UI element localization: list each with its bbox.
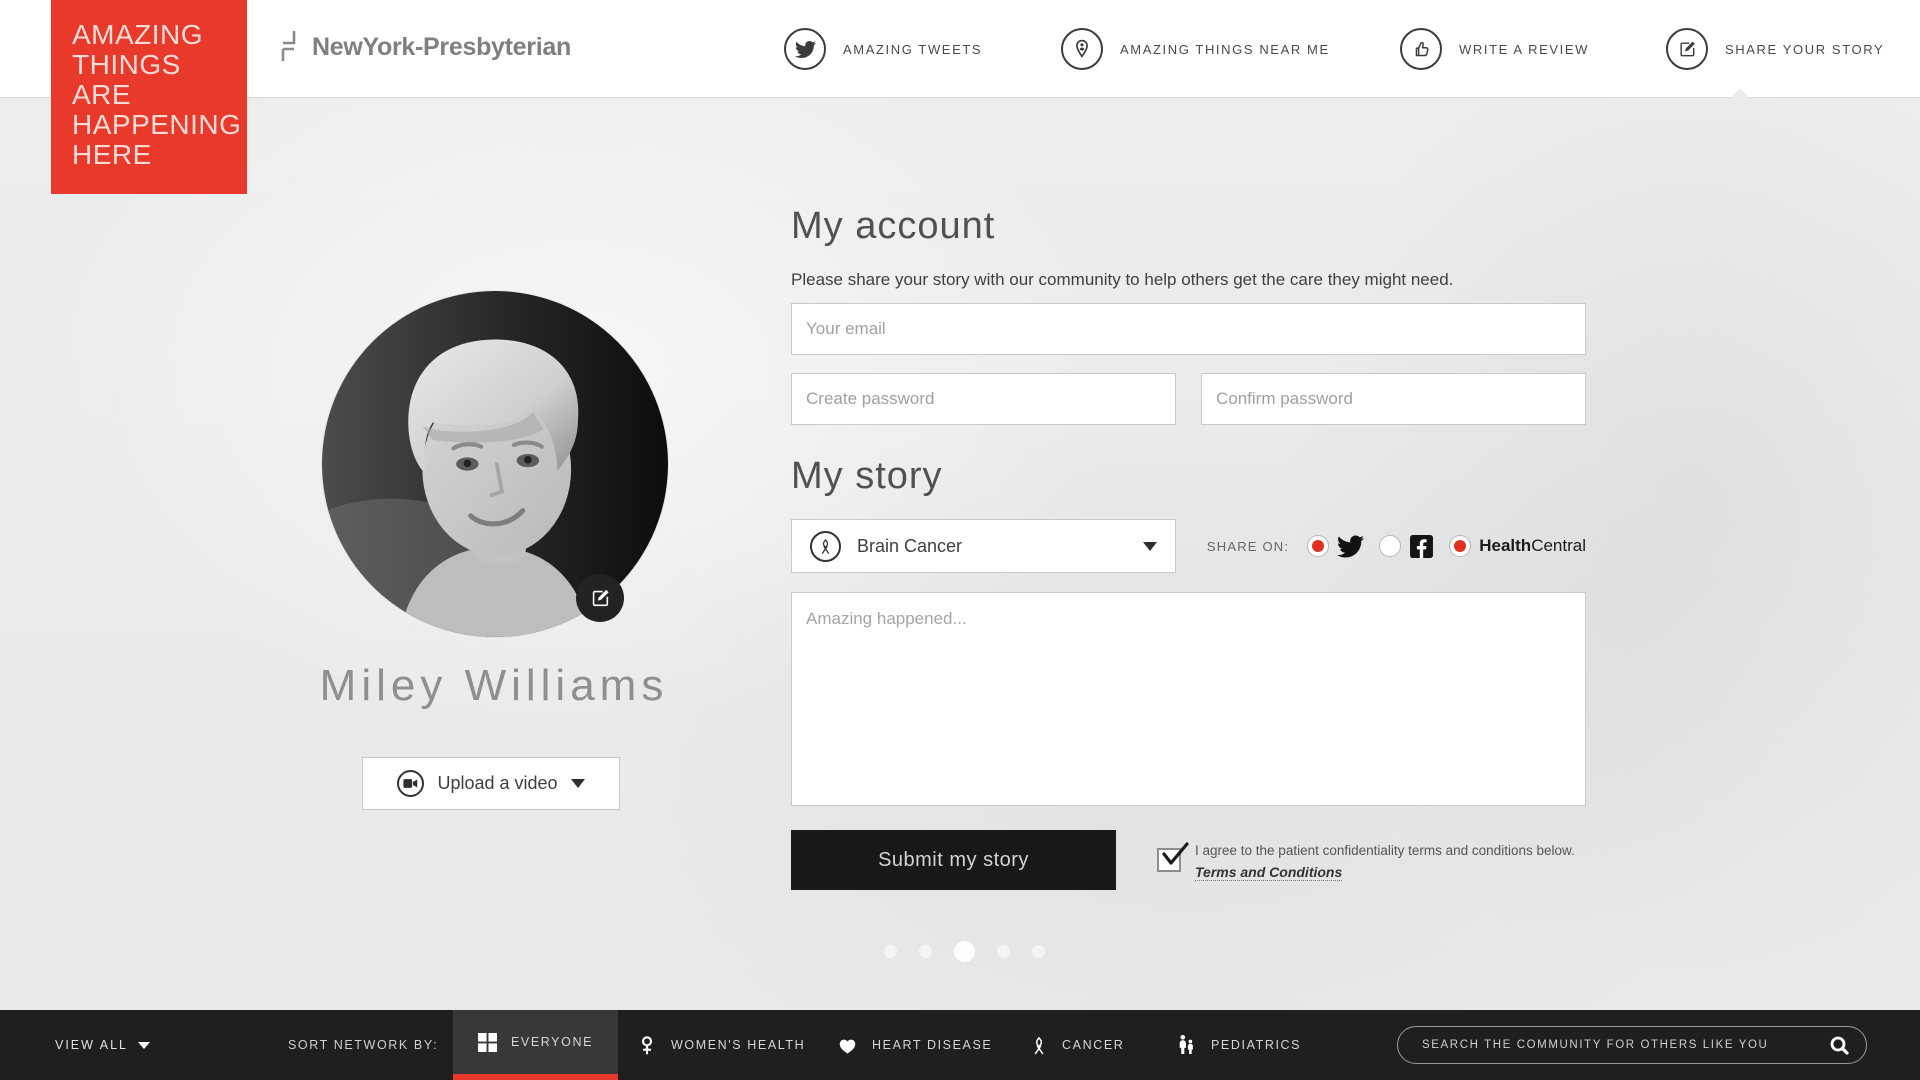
agreement-text-block: I agree to the patient confidentiality t… — [1195, 842, 1587, 882]
community-search — [1397, 1026, 1867, 1064]
tab-label: CANCER — [1062, 1038, 1124, 1052]
badge-line: THINGS — [72, 50, 247, 80]
twitter-icon — [1337, 533, 1364, 560]
awareness-ribbon-icon — [1030, 1034, 1048, 1057]
healthcentral-radio-selected[interactable] — [1449, 535, 1471, 557]
location-pin-person-icon — [1061, 28, 1103, 70]
chevron-down-icon — [138, 1042, 150, 1049]
view-all-label: VIEW ALL — [55, 1038, 128, 1052]
carousel-dot-active[interactable] — [954, 941, 975, 962]
tab-label: PEDIATRICS — [1211, 1038, 1301, 1052]
terms-checkbox-checked[interactable] — [1157, 848, 1181, 872]
my-account-title: My account — [791, 205, 995, 248]
heart-icon — [837, 1036, 858, 1055]
carousel-dot[interactable] — [997, 945, 1010, 958]
chevron-down-icon — [571, 779, 585, 788]
carousel-dots — [884, 941, 1045, 962]
sort-network-by-label: SORT NETWORK BY: — [288, 1010, 438, 1080]
tab-label: WOMEN'S HEALTH — [671, 1038, 805, 1052]
badge-line: HERE — [72, 140, 247, 170]
share-twitter-option[interactable] — [1307, 533, 1364, 560]
twitter-icon — [784, 28, 826, 70]
story-textarea[interactable] — [791, 592, 1586, 806]
tab-pediatrics[interactable]: PEDIATRICS — [1175, 1010, 1301, 1080]
share-facebook-option[interactable] — [1379, 534, 1434, 559]
profile-name: Miley Williams — [274, 661, 714, 711]
share-healthcentral-option[interactable]: HealthCentral — [1449, 535, 1586, 557]
main-content: Miley Williams Upload a video My account… — [0, 98, 1920, 1010]
badge-line: ARE — [72, 80, 247, 110]
form-subtitle: Please share your story with our communi… — [791, 270, 1453, 290]
upload-video-label: Upload a video — [437, 773, 557, 794]
email-field[interactable] — [791, 303, 1586, 355]
create-password-field[interactable] — [791, 373, 1176, 425]
carousel-dot[interactable] — [884, 945, 897, 958]
healthcentral-bold: Health — [1479, 536, 1531, 555]
edit-avatar-button[interactable] — [576, 574, 624, 622]
tab-heart-disease[interactable]: HEART DISEASE — [837, 1010, 992, 1080]
nav-label: AMAZING TWEETS — [843, 42, 982, 57]
twitter-radio-selected[interactable] — [1307, 535, 1329, 557]
nav-write-a-review[interactable]: WRITE A REVIEW — [1400, 0, 1589, 98]
view-all-dropdown[interactable]: VIEW ALL — [55, 1010, 150, 1080]
healthcentral-rest: Central — [1531, 536, 1586, 555]
chevron-down-icon — [1143, 542, 1157, 551]
thumbs-up-icon — [1400, 28, 1442, 70]
nav-label: WRITE A REVIEW — [1459, 42, 1589, 57]
edit-pencil-icon — [1666, 28, 1708, 70]
female-symbol-icon — [637, 1033, 657, 1057]
search-icon[interactable] — [1828, 1034, 1852, 1058]
healthcentral-logo: HealthCentral — [1479, 536, 1586, 556]
confirm-password-field[interactable] — [1201, 373, 1586, 425]
tab-label: HEART DISEASE — [872, 1038, 992, 1052]
tab-everyone[interactable]: EVERYONE — [453, 1010, 618, 1080]
nav-share-your-story[interactable]: SHARE YOUR STORY — [1666, 0, 1884, 98]
nyp-logo-text: NewYork-Presbyterian — [312, 33, 571, 62]
badge-line: AMAZING — [72, 20, 247, 50]
nav-amazing-tweets[interactable]: AMAZING TWEETS — [784, 0, 982, 98]
upload-video-button[interactable]: Upload a video — [362, 757, 620, 810]
nyp-logo-mark-icon — [279, 30, 303, 64]
grid-icon — [478, 1033, 497, 1052]
carousel-dot[interactable] — [919, 945, 932, 958]
nyp-logo[interactable]: NewYork-Presbyterian — [279, 30, 571, 64]
share-on-label: SHARE ON: — [1207, 539, 1289, 554]
carousel-dot[interactable] — [1032, 945, 1045, 958]
share-on-row: SHARE ON: HealthCentral — [1207, 519, 1586, 573]
topic-dropdown[interactable]: Brain Cancer — [791, 519, 1176, 573]
badge-line: HAPPENING — [72, 110, 247, 140]
submit-story-button[interactable]: Submit my story — [791, 830, 1116, 890]
my-story-title: My story — [791, 455, 943, 498]
agreement-text: I agree to the patient confidentiality t… — [1195, 842, 1587, 860]
header: NewYork-Presbyterian AMAZING TWEETS AMAZ… — [0, 0, 1920, 98]
footer-network-bar: VIEW ALL SORT NETWORK BY: EVERYONE WOMEN… — [0, 1010, 1920, 1080]
topic-selected-value: Brain Cancer — [857, 536, 1127, 557]
edit-pencil-icon — [589, 587, 611, 609]
video-camera-icon — [397, 770, 424, 797]
nav-label: SHARE YOUR STORY — [1725, 42, 1884, 57]
tab-label: EVERYONE — [511, 1035, 593, 1049]
awareness-ribbon-icon — [810, 531, 841, 562]
active-nav-caret — [1729, 88, 1751, 99]
terms-and-conditions-link[interactable]: Terms and Conditions — [1195, 864, 1342, 881]
community-search-input[interactable] — [1398, 1027, 1866, 1063]
nav-label: AMAZING THINGS NEAR ME — [1120, 42, 1330, 57]
page: NewYork-Presbyterian AMAZING TWEETS AMAZ… — [0, 0, 1920, 1080]
tab-cancer[interactable]: CANCER — [1030, 1010, 1124, 1080]
amazing-things-badge: AMAZING THINGS ARE HAPPENING HERE — [51, 0, 247, 194]
facebook-icon — [1409, 534, 1434, 559]
tab-womens-health[interactable]: WOMEN'S HEALTH — [637, 1010, 805, 1080]
adult-child-icon — [1175, 1033, 1197, 1057]
check-icon — [1160, 841, 1190, 869]
facebook-radio-unselected[interactable] — [1379, 535, 1401, 557]
nav-amazing-things-near-me[interactable]: AMAZING THINGS NEAR ME — [1061, 0, 1330, 98]
